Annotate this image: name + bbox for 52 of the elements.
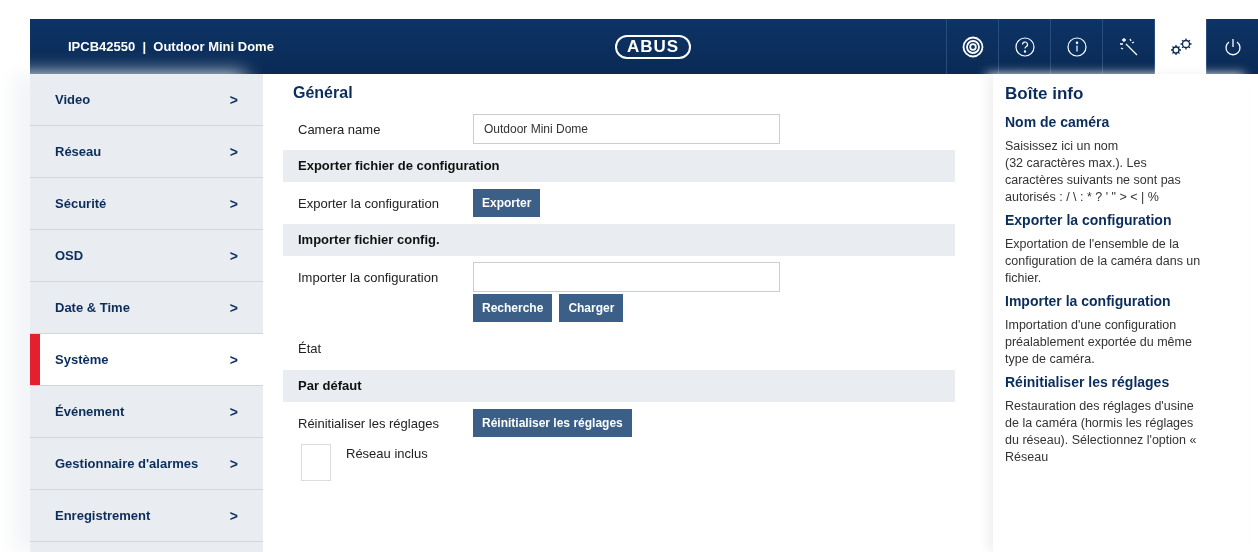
chevron-icon: > — [229, 455, 238, 472]
sidebar-item[interactable]: Système > — [30, 334, 263, 386]
sidebar-item[interactable]: Sécurité > — [30, 178, 263, 230]
status-label: État — [298, 340, 323, 356]
export-button[interactable]: Exporter — [473, 189, 541, 217]
sidebar-item[interactable]: OSD > — [30, 230, 263, 282]
info-text: Saisissez ici un nom (32 caractères max.). Les caractères suivants ne sont pas autorisés : / \ : * ? ' " > < | % — [1005, 138, 1182, 206]
import-action-button[interactable]: Charger — [559, 294, 624, 322]
info-icon — [1066, 36, 1087, 57]
info-heading: Importer la configuration — [1005, 293, 1172, 309]
concentric-circles-icon — [961, 35, 984, 58]
section-title: Général — [293, 84, 354, 102]
chevron-icon: > — [229, 507, 238, 524]
gears-button[interactable] — [1154, 19, 1206, 74]
sidebar-item[interactable]: Enregistrement > — [30, 490, 263, 542]
power-icon — [1222, 36, 1243, 57]
info-heading: Réinitialiser les réglages — [1005, 374, 1171, 390]
info-heading: Nom de caméra — [1005, 114, 1111, 130]
help-icon — [1014, 36, 1035, 57]
camera-name-field[interactable]: Outdoor Mini Dome — [473, 114, 780, 144]
field-label: Réinitialiser les réglages — [298, 415, 440, 431]
reset-button[interactable]: Réinitialiser les réglages — [473, 409, 632, 437]
section-header: Exporter fichier de configuration — [283, 150, 955, 182]
chevron-icon: > — [229, 143, 238, 160]
field-label: Importer la configuration — [298, 269, 440, 285]
file-path-field[interactable] — [473, 262, 780, 292]
field-label: Camera name — [298, 121, 382, 137]
chevron-icon: > — [229, 299, 238, 316]
info-text: Importation d'une configuration préalablement exportée du même type de caméra. — [1005, 317, 1193, 368]
sidebar-item[interactable]: Video > — [30, 74, 263, 126]
info-title: Boîte info — [1005, 84, 1085, 104]
section-header: Importer fichier config. — [283, 224, 955, 256]
chevron-icon: > — [229, 91, 238, 108]
checkbox-label: Réseau inclus — [346, 446, 428, 461]
checkbox[interactable] — [301, 444, 331, 481]
info-text: Restauration des réglages d'usine de la caméra (hormis les réglages du réseau). Sélectionnez l'option « Réseau — [1005, 398, 1198, 466]
active-indicator — [30, 334, 40, 385]
sidebar-item[interactable]: Réseau > — [30, 126, 263, 178]
sidebar-item[interactable]: Gestionnaire d'alarmes > — [30, 438, 263, 490]
brand-logo: ABUS — [614, 34, 692, 59]
magic-wand-icon — [1117, 35, 1140, 58]
chevron-icon: > — [229, 403, 238, 420]
info-text: Exportation de l'ensemble de la configuration de la caméra dans un fichier. — [1005, 236, 1202, 287]
field-label: Exporter la configuration — [298, 195, 440, 211]
device-title: IPCB42550 | Outdoor Mini Dome — [67, 39, 275, 54]
section-header: Par défaut — [283, 370, 955, 402]
chevron-icon: > — [229, 247, 238, 264]
chevron-icon: > — [229, 195, 238, 212]
chevron-icon: > — [229, 351, 238, 368]
import-action-button[interactable]: Recherche — [473, 294, 553, 322]
sidebar-item[interactable]: Événement > — [30, 386, 263, 438]
info-heading: Exporter la configuration — [1005, 212, 1173, 228]
